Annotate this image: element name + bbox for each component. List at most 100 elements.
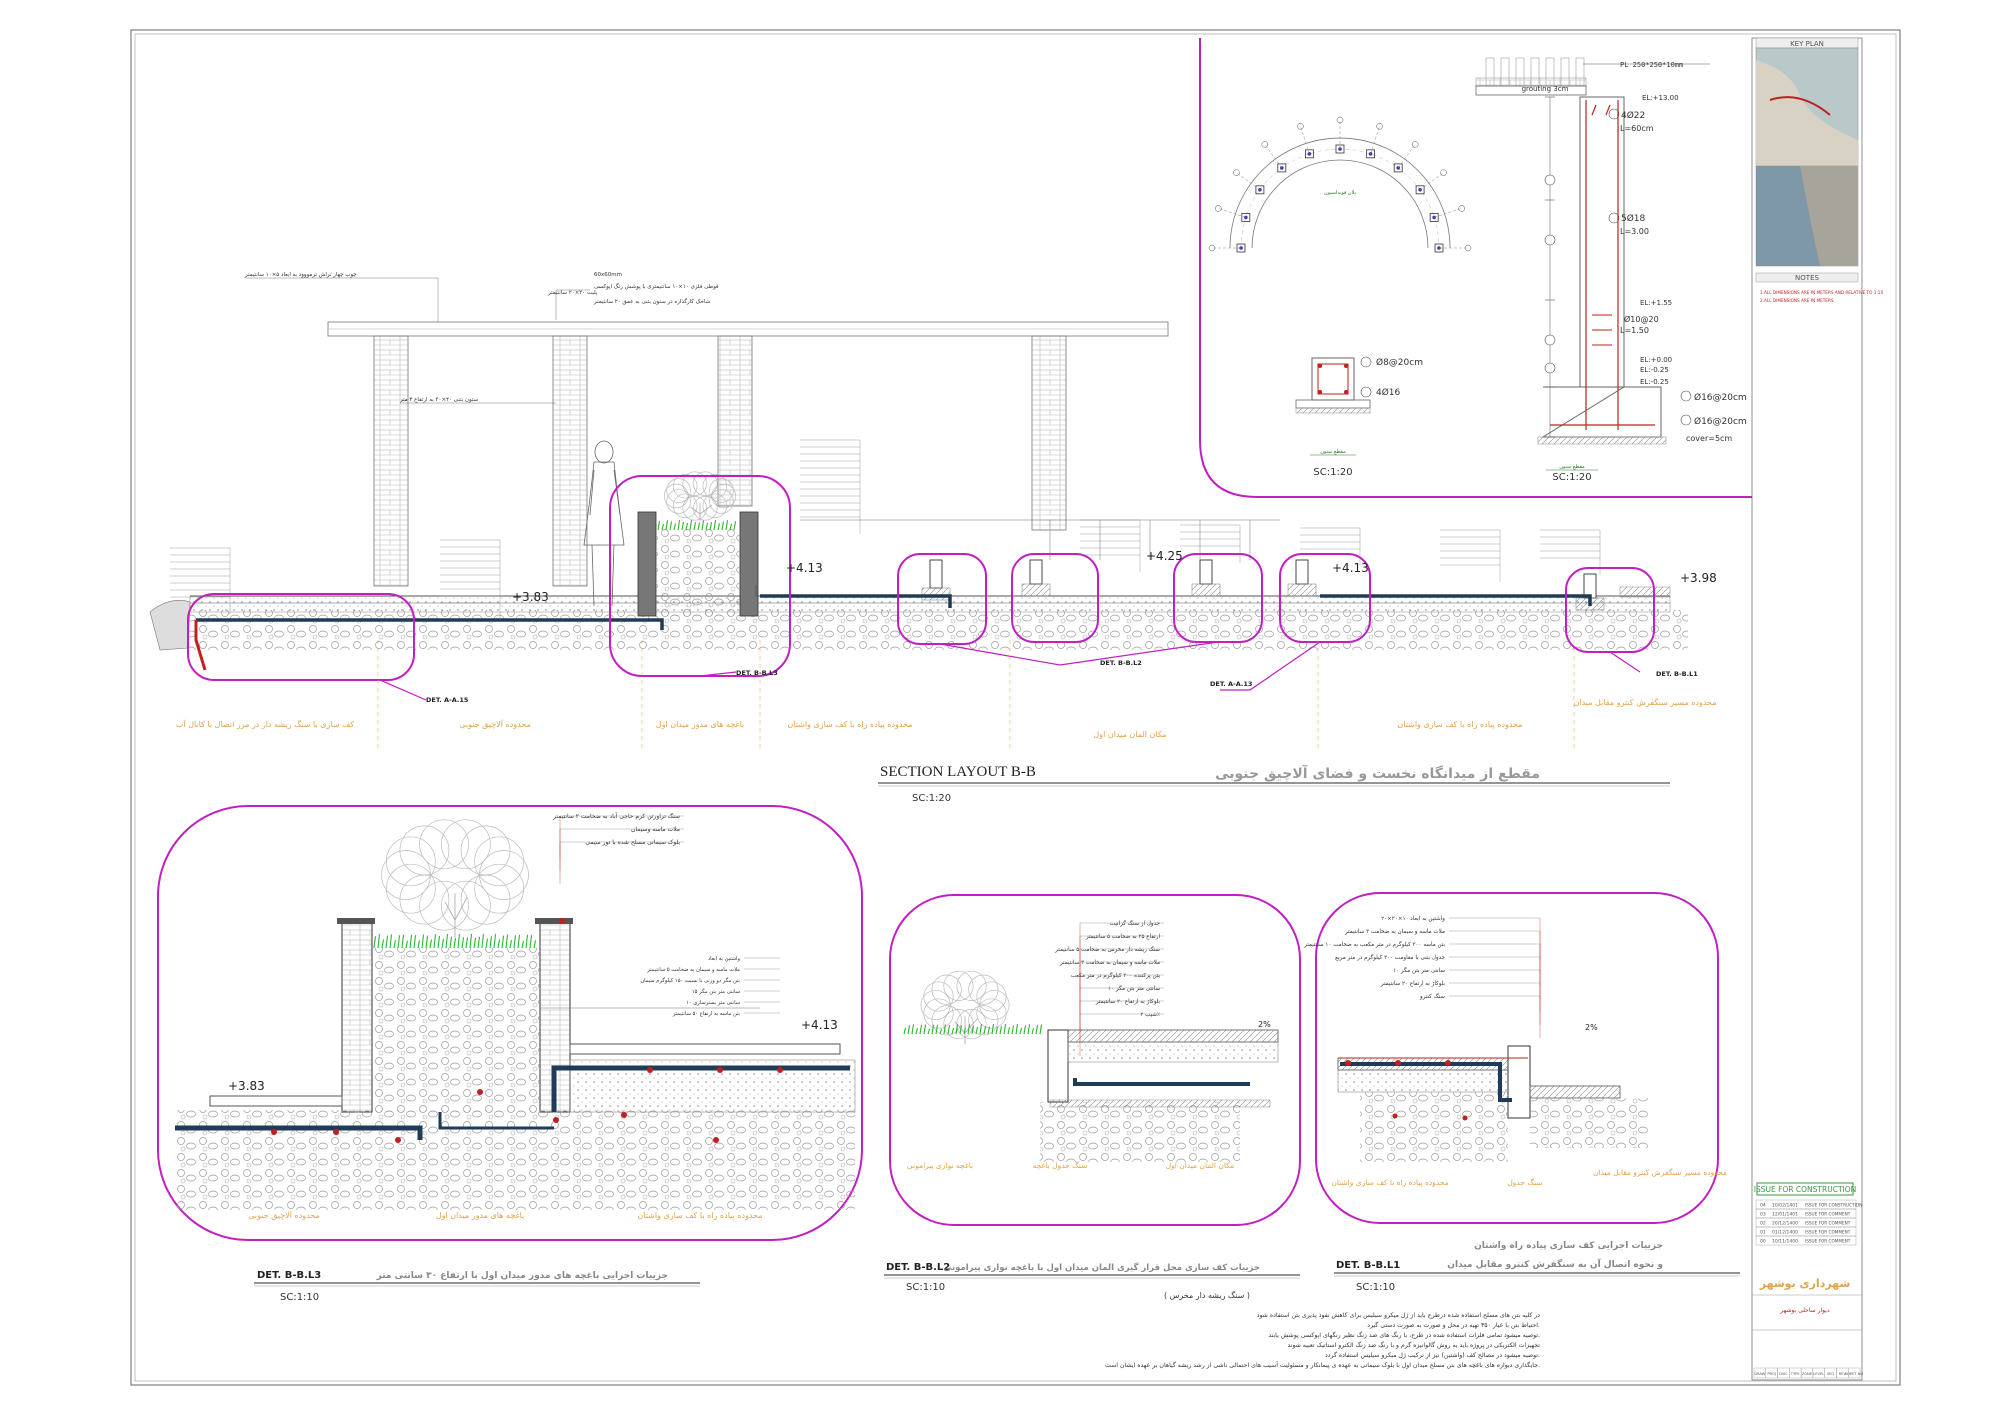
- l1-id: DET. B-B.L1: [1336, 1260, 1400, 1271]
- issue-stamp-text: ISSUE FOR CONSTRUCTION: [1754, 1185, 1857, 1194]
- detail-note: ارتفاع ۲۵ به ضخامت ۵ سانتیمتر: [1085, 934, 1161, 940]
- rev-date: 20/12/1400: [1772, 1221, 1798, 1227]
- general-note: در کلیه بتن های مسلح استفاده شده درطرح ب…: [1257, 1312, 1541, 1319]
- col-rebar: L=1.50: [1620, 326, 1649, 335]
- l3-level-3-83: +3.83: [228, 1079, 265, 1093]
- revision-table: 04 10/02/1401 ISSUE FOR CONSTRUCTION 03 12/0…: [1755, 1199, 1862, 1246]
- col-level: EL:-0.25: [1640, 378, 1669, 386]
- level-3-98: +3.98: [1680, 571, 1717, 585]
- detail-b-b-l3: +3.83 +4.13 سنگ تراورتن کرم حاجی آباد به…: [157, 805, 863, 1303]
- footer-col: SHEET NO: [1845, 1372, 1864, 1376]
- det-b-b-l3-callout: DET. B-B.L3: [736, 669, 778, 677]
- grouting-label: grouting 3cm: [1522, 85, 1569, 93]
- detail-note: سنگ کنترو: [1419, 992, 1445, 1000]
- column-detail-panel: پلان فونداسیون Ø8@20cm 4Ø16 مقطع ستون SC…: [1199, 38, 1752, 498]
- l2-zone-2: سنگ جدول باغچه: [1033, 1161, 1088, 1170]
- detail-b-b-l1: واشتین به ابعاد ۱۰×۲۰×۲۰ ملات ماسه و سیما…: [1303, 892, 1740, 1293]
- detail-note: واشتین به ابعاد: [708, 956, 741, 962]
- rev-date: 10/02/1401: [1772, 1203, 1798, 1209]
- footer-col: DRAW: [1754, 1372, 1765, 1376]
- human-scale-figure: [583, 440, 625, 607]
- det-b-b-l2-callout: DET. B-B.L2: [1100, 659, 1142, 667]
- notes-line-2: 2.ALL DIMENSIONS ARE IN METERS: [1760, 298, 1834, 303]
- general-note: احتیاط بتن با عیار ۳۵۰ تهیه در محل و صور…: [1367, 1321, 1540, 1329]
- footer-col: DISC: [1779, 1372, 1788, 1376]
- detail-note: ۱۰ سانتی متر بسترسازی: [686, 1000, 740, 1006]
- rev-no: 00: [1760, 1239, 1766, 1245]
- l2-scale: SC:1:10: [906, 1282, 945, 1293]
- section-rebar-1: Ø8@20cm: [1376, 357, 1423, 368]
- l2-zone-1: باغچه نواری پیرامونی: [907, 1161, 973, 1170]
- detail-b-b-l2: جدول از سنگ گرانیتارتفاع ۲۵ به ضخامت ۵ س…: [884, 894, 1301, 1300]
- column-elev-scale: SC:1:20: [1552, 472, 1591, 483]
- footer-col: LEVEL: [1813, 1372, 1824, 1376]
- l3-scale: SC:1:10: [280, 1292, 319, 1303]
- pergola-note-3: قوطی فلزی ۱۰×۱۰ سانتیمتری با پوشش رنگ اپ…: [594, 283, 719, 290]
- detail-note: بلوکاژ به ارتفاع ۲۰ سانتیمتر: [1095, 998, 1161, 1005]
- detail-note: سنگ تراورتن کرم حاجی آباد به ضخامت ۲ سان…: [552, 811, 680, 820]
- key-plan-label: KEY PLAN: [1790, 40, 1824, 48]
- section-scale: SC:1:20: [912, 793, 951, 804]
- l2-zone-3: مکان المان میدان اول: [1166, 1161, 1235, 1170]
- arch-label: پلان فونداسیون: [1324, 190, 1357, 196]
- l3-zone-1: محدوده آلاچیق جنوبی: [248, 1210, 320, 1220]
- client-name: شهرداری بوشهر: [1759, 1277, 1851, 1290]
- det-a-a13: DET. A-A.13: [1210, 680, 1252, 688]
- detail-note: جدول بتنی با مقاومت ۳۰۰ کیلوگرم در متر م…: [1335, 953, 1445, 961]
- plate-label: PL 250*250*10mm: [1620, 61, 1683, 69]
- level-4-25: +4.25: [1146, 549, 1183, 563]
- col-rebar: 4Ø22: [1621, 110, 1645, 121]
- col-rebar: Ø10@20: [1624, 314, 1659, 324]
- rev-desc: ISSUE FOR COMMENT: [1805, 1239, 1851, 1244]
- pergola-note-4: پلیت ۲۰×۲۰ سانتیمتر: [547, 290, 598, 296]
- rev-desc: ISSUE FOR CONSTRUCTION: [1805, 1203, 1862, 1208]
- zone-5: مکان المان میدان اول: [1093, 730, 1166, 739]
- detail-note: ۱۵ سانتی متر بتن مگر: [692, 988, 740, 995]
- zone-1: کف سازی با سنگ ریشه دار در مرز اتصال با …: [176, 719, 354, 729]
- zone-7: محدوده مسیر سنگفرش کنترو مقابل میدان: [1574, 697, 1717, 707]
- detail-note: ۱۰ سانتی متر بتن مگر: [1393, 966, 1445, 974]
- detail-note: ملات ماسه و سیمان به ضخامت ۳ سانتیمتر: [1344, 929, 1445, 935]
- l1-slope: 2%: [1585, 1023, 1598, 1032]
- detail-note: بلوکاژ به ارتفاع ۲۰ سانتیمتر: [1380, 980, 1446, 987]
- col-rebar: L=3.00: [1620, 227, 1649, 236]
- drawing-sheet: KEY PLAN NOTES 1.ALL DIMENSIONS ARE IN M…: [0, 0, 2000, 1415]
- column-plan-scale: SC:1:20: [1313, 467, 1352, 478]
- col-rebar: L=60cm: [1620, 124, 1654, 133]
- column-section-plan: Ø8@20cm 4Ø16 مقطع ستون SC:1:20: [1295, 356, 1423, 478]
- detail-note: ملات ماسه و سیمان به ضخامت ۳ سانتیمتر: [1059, 960, 1160, 966]
- col-rebar: 5Ø18: [1621, 213, 1646, 224]
- section-rebar-2: 4Ø16: [1376, 387, 1401, 398]
- l2-subtitle: ( سنگ ریشه دار مخرس ): [1164, 1290, 1250, 1300]
- l1-zone-1: محدوده پیاده راه با کف سازی واشتان: [1331, 1178, 1448, 1187]
- general-note: تجهیزات الکتریکی در پروژه باید به روش گا…: [1287, 1341, 1540, 1349]
- pergola-note-5: شاخک کارگذاره در ستون بتنی به عمق ۲۰ سان…: [593, 298, 711, 305]
- footer-col: ZONE: [1802, 1372, 1813, 1376]
- l3-zone-2: باغچه های مدور میدان اول: [436, 1211, 525, 1220]
- col-level: EL:+13.00: [1642, 94, 1679, 102]
- level-3-83: +3.83: [512, 590, 549, 604]
- l1-zone-2: سنگ جدول: [1507, 1178, 1542, 1187]
- l3-title: جزییات اجرایی باغچه های مدور میدان اول ب…: [376, 1271, 668, 1281]
- level-4-13-a: +4.13: [786, 561, 823, 575]
- l3-zone-3: محدوده پیاده راه با کف سازی واشتان: [637, 1211, 762, 1220]
- footer-col: PROJ: [1767, 1372, 1776, 1376]
- l3-level-4-13: +4.13: [801, 1018, 838, 1032]
- title-block: KEY PLAN NOTES 1.ALL DIMENSIONS ARE IN M…: [1751, 37, 1883, 1381]
- col-rebar: Ø16@20cm: [1694, 416, 1747, 427]
- zone-2: محدوده آلاچیق جنوبی: [459, 719, 531, 729]
- zone-3: باغچه های مدور میدان اول: [656, 720, 745, 729]
- col-rebar: cover=5cm: [1686, 434, 1732, 443]
- pergola-note-2: 60x60mm: [594, 272, 622, 278]
- rev-desc: ISSUE FOR COMMENT: [1805, 1212, 1851, 1217]
- drawing-canvas: KEY PLAN NOTES 1.ALL DIMENSIONS ARE IN M…: [130, 29, 1901, 1386]
- rev-no: 04: [1760, 1203, 1766, 1209]
- l3-id: DET. B-B.L3: [257, 1270, 321, 1281]
- section-title-fa: مقطع از میدانگاه نخست و فضای آلاچیق جنوب…: [1215, 764, 1540, 782]
- det-b-b-l1-callout: DET. B-B.L1: [1656, 670, 1698, 678]
- l2-id: DET. B-B.L2: [886, 1262, 950, 1273]
- l1-title2: و نحوه اتصال آن به سنگفرش کنترو مقابل می…: [1447, 1258, 1663, 1270]
- l1-scale: SC:1:10: [1356, 1282, 1395, 1293]
- rev-desc: ISSUE FOR COMMENT: [1805, 1230, 1851, 1235]
- detail-note: واشتین به ابعاد ۱۰×۲۰×۲۰: [1381, 916, 1445, 922]
